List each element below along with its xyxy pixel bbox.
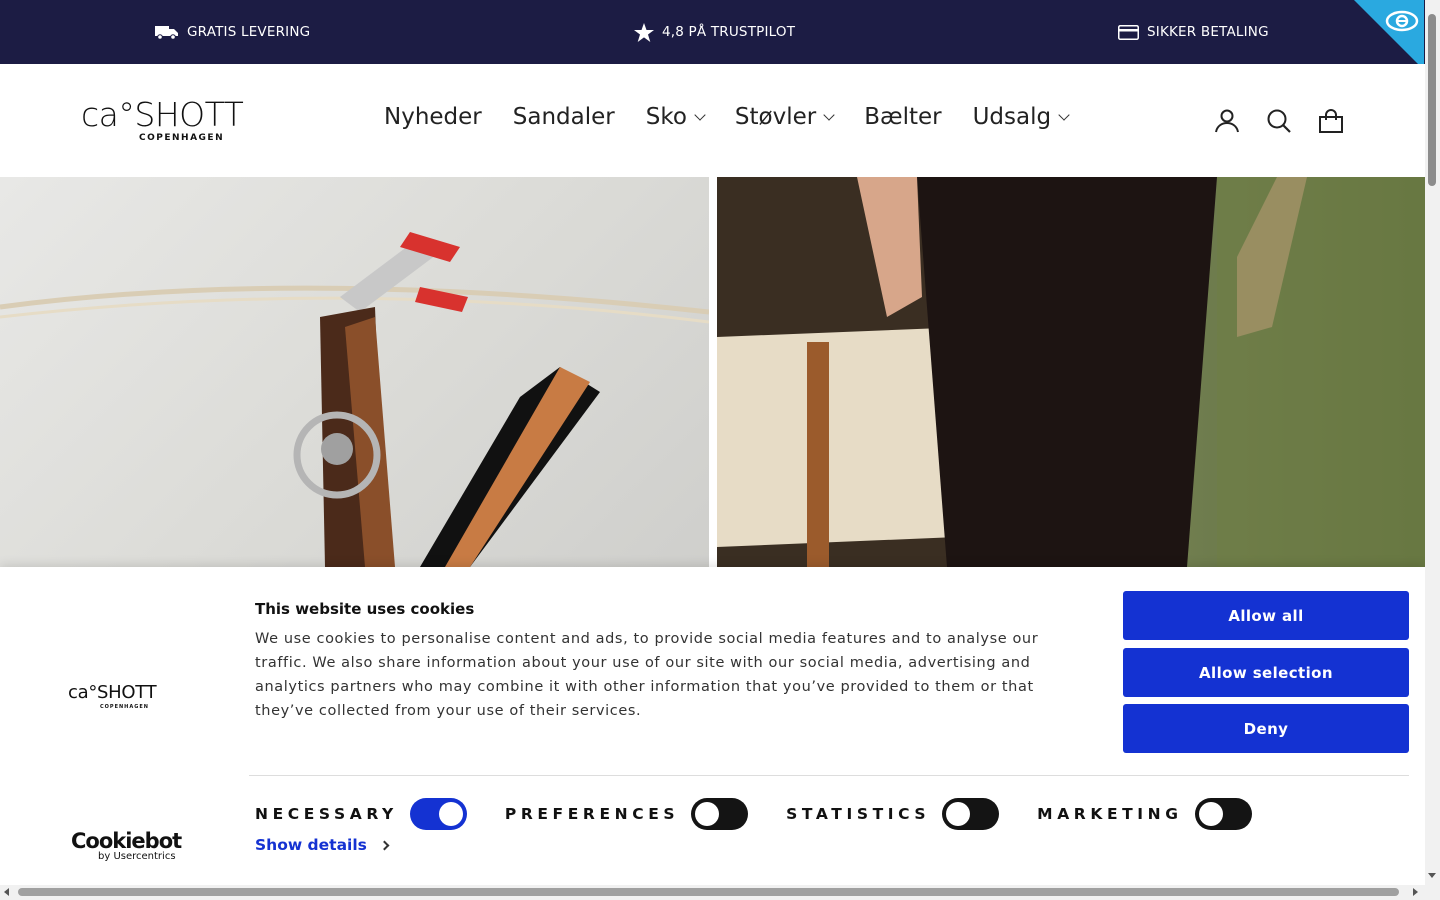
switch-knob (438, 802, 463, 826)
cookie-description: We use cookies to personalise content an… (255, 631, 1039, 719)
nav-item-baelter[interactable]: Bælter (864, 104, 941, 130)
nav-label: Støvler (734, 104, 817, 130)
cookie-title: This website uses cookies (255, 600, 475, 618)
nav-item-nyheder[interactable]: Nyheder (384, 104, 482, 130)
announcement-bar: GRATIS LEVERING 4,8 PÅ TRUSTPILOT SIKKER… (0, 0, 1425, 64)
toggle-marketing: MARKETING (1037, 798, 1252, 830)
switch-knob (695, 802, 720, 826)
cookiebot-wordmark: Cookiebot (71, 829, 182, 853)
nav-item-sko[interactable]: Sko (645, 104, 706, 130)
vertical-scrollbar-thumb[interactable] (1428, 14, 1436, 186)
deny-button[interactable]: Deny (1123, 704, 1409, 753)
account-icon[interactable] (1214, 108, 1240, 134)
announcement-text: SIKKER BETALING (1147, 24, 1269, 40)
toggle-necessary: NECESSARY (255, 798, 467, 830)
toggle-label: NECESSARY (255, 805, 398, 823)
allow-selection-button[interactable]: Allow selection (1123, 648, 1409, 697)
show-details-link[interactable]: Show details (255, 836, 390, 854)
horizontal-scrollbar-thumb[interactable] (18, 888, 1399, 896)
header-actions (1214, 108, 1344, 134)
chevron-right-icon (379, 840, 390, 850)
nav-item-sandaler[interactable]: Sandaler (513, 104, 615, 130)
logo-wordmark: ca°SHOTT (68, 682, 157, 703)
toggle-statistics: STATISTICS (786, 798, 1000, 830)
divider (249, 775, 1409, 776)
toggle-preferences: PREFERENCES (504, 798, 749, 830)
truck-icon (155, 24, 179, 40)
marketing-switch[interactable] (1194, 798, 1252, 830)
nav-label: Sko (645, 104, 687, 130)
cookiebot-subtitle: by Usercentrics (98, 851, 176, 862)
necessary-switch[interactable] (409, 798, 467, 830)
scroll-right-arrow-icon[interactable] (1413, 888, 1418, 896)
site-header: ca°SHOTT COPENHAGEN Nyheder Sandaler Sko… (0, 64, 1425, 177)
show-details-label: Show details (255, 836, 367, 854)
announcement-payment: SIKKER BETALING (1118, 0, 1269, 64)
nav-item-stovler[interactable]: Støvler (734, 104, 835, 130)
logo-wordmark: ca°SHOTT (81, 95, 244, 134)
nav-label: Nyheder (384, 104, 482, 130)
cart-icon[interactable] (1318, 108, 1344, 134)
cookie-category-toggles: NECESSARY PREFERENCES STATISTICS MARKETI… (255, 798, 1290, 830)
chevron-down-icon (694, 108, 706, 121)
toggle-label: STATISTICS (786, 805, 931, 823)
chevron-down-icon (823, 108, 835, 121)
cookie-consent-banner: ca°SHOTT COPENHAGEN This website uses co… (0, 567, 1425, 885)
nav-label: Sandaler (512, 104, 615, 130)
switch-knob (1198, 802, 1223, 826)
eye-icon[interactable] (1385, 8, 1419, 38)
search-icon[interactable] (1266, 108, 1292, 134)
nav-label: Bælter (864, 104, 942, 130)
switch-knob (946, 802, 971, 826)
logo-subtitle: COPENHAGEN (100, 704, 149, 710)
cookiebot-logo[interactable]: Cookiebot by Usercentrics (71, 829, 182, 862)
star-icon (634, 22, 654, 42)
nav-item-udsalg[interactable]: Udsalg (972, 104, 1070, 130)
allow-all-button[interactable]: Allow all (1123, 591, 1409, 640)
credit-card-icon (1118, 24, 1139, 40)
nav-label: Udsalg (972, 104, 1052, 130)
main-nav: Nyheder Sandaler Sko Støvler Bælter Udsa… (384, 104, 1099, 130)
hero-image-model[interactable] (717, 177, 1425, 567)
site-logo[interactable]: ca°SHOTT COPENHAGEN (81, 95, 279, 145)
announcement-shipping: GRATIS LEVERING (155, 0, 310, 64)
toggle-label: MARKETING (1037, 805, 1183, 823)
chevron-down-icon (1058, 108, 1070, 121)
cookie-brand-logo: ca°SHOTT COPENHAGEN (68, 682, 157, 711)
hero-image-belt[interactable] (0, 177, 709, 567)
toggle-label: PREFERENCES (504, 805, 680, 823)
statistics-switch[interactable] (942, 798, 1000, 830)
logo-subtitle: COPENHAGEN (139, 133, 225, 143)
preferences-switch[interactable] (691, 798, 749, 830)
announcement-text: 4,8 PÅ TRUSTPILOT (662, 24, 796, 40)
announcement-text: GRATIS LEVERING (187, 24, 311, 40)
scroll-left-arrow-icon[interactable] (4, 888, 9, 896)
scroll-down-arrow-icon[interactable] (1428, 873, 1436, 878)
announcement-trustpilot[interactable]: 4,8 PÅ TRUSTPILOT (634, 0, 795, 64)
